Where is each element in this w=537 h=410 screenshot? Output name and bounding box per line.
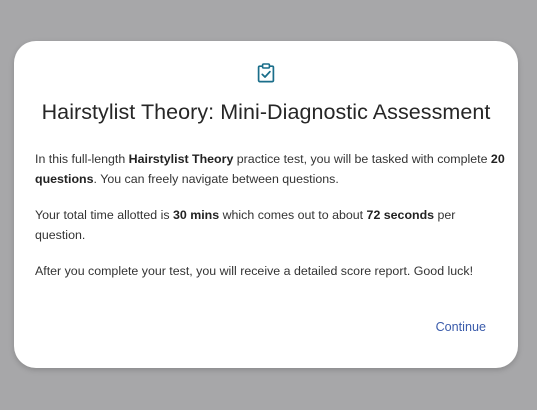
closing-paragraph: After you complete your test, you will r… xyxy=(35,264,474,278)
intro-paragraph: In this full-length Hairstylist Theory p… xyxy=(35,150,505,189)
intro-text: practice test, you will be tasked with c… xyxy=(233,152,491,166)
time-paragraph: Your total time allotted is 30 mins whic… xyxy=(35,206,505,245)
time-per-question: 72 seconds xyxy=(366,208,435,222)
intro-text: In this full-length xyxy=(35,152,129,166)
time-text: which comes out to about xyxy=(219,208,367,222)
assessment-modal: Hairstylist Theory: Mini-Diagnostic Asse… xyxy=(14,41,518,368)
test-name: Hairstylist Theory xyxy=(128,152,234,166)
modal-title: Hairstylist Theory: Mini-Diagnostic Asse… xyxy=(41,100,491,124)
time-text: Your total time allotted is xyxy=(35,208,173,222)
clipboard-check-icon xyxy=(257,63,275,83)
intro-text: . You can freely navigate between questi… xyxy=(93,171,339,186)
continue-button[interactable]: Continue xyxy=(436,320,486,334)
total-time: 30 mins xyxy=(172,208,220,222)
